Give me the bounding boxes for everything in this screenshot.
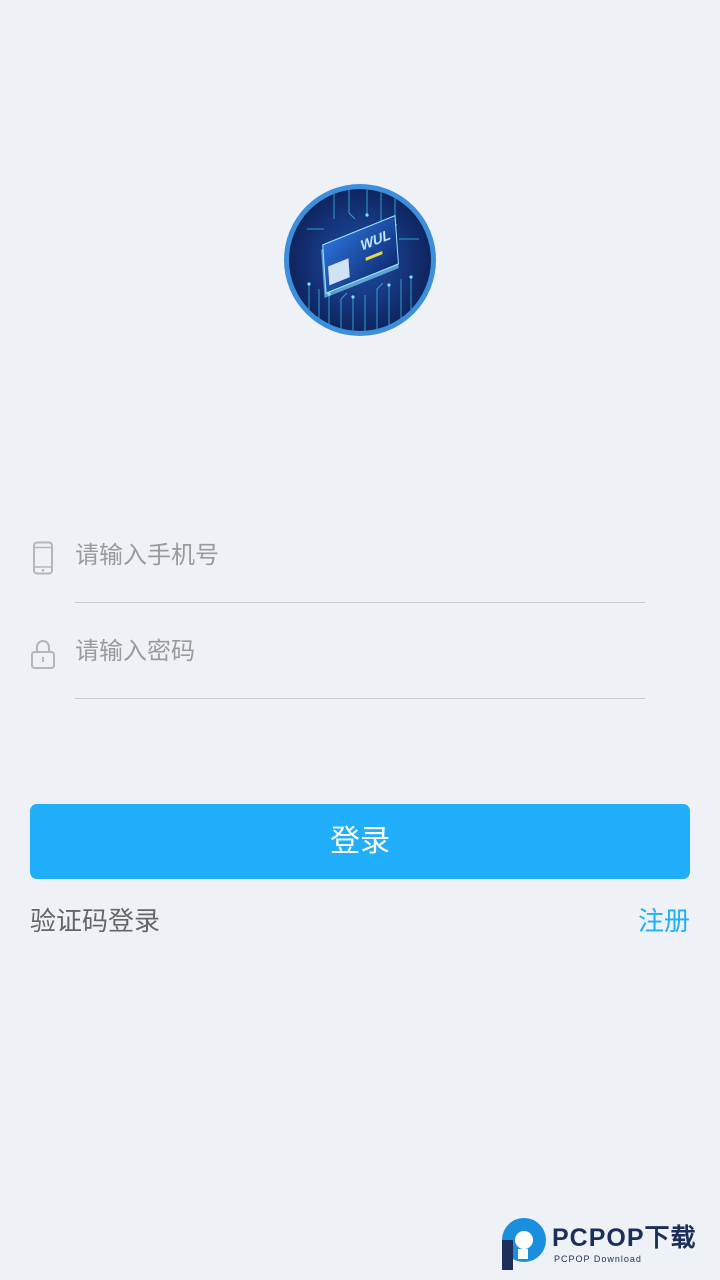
- password-field-row: [0, 615, 720, 711]
- sms-code-login-link[interactable]: 验证码登录: [30, 904, 160, 940]
- app-logo: WUL: [284, 184, 436, 336]
- login-button[interactable]: 登录: [30, 804, 690, 879]
- watermark-subtitle: PCPOP Download: [554, 1254, 642, 1264]
- password-underline: [75, 698, 645, 699]
- phone-icon: [30, 541, 56, 575]
- pcpop-logo-icon: [500, 1216, 548, 1270]
- phone-field-row: [0, 520, 720, 616]
- register-link[interactable]: 注册: [638, 904, 690, 940]
- app-logo-icon: WUL: [289, 189, 431, 331]
- phone-input[interactable]: [75, 535, 645, 575]
- lock-icon: [30, 637, 56, 671]
- pcpop-watermark: PCPOP下载 PCPOP Download: [500, 1216, 720, 1272]
- password-input[interactable]: [75, 631, 645, 671]
- phone-underline: [75, 602, 645, 603]
- watermark-title: PCPOP下载: [552, 1224, 697, 1252]
